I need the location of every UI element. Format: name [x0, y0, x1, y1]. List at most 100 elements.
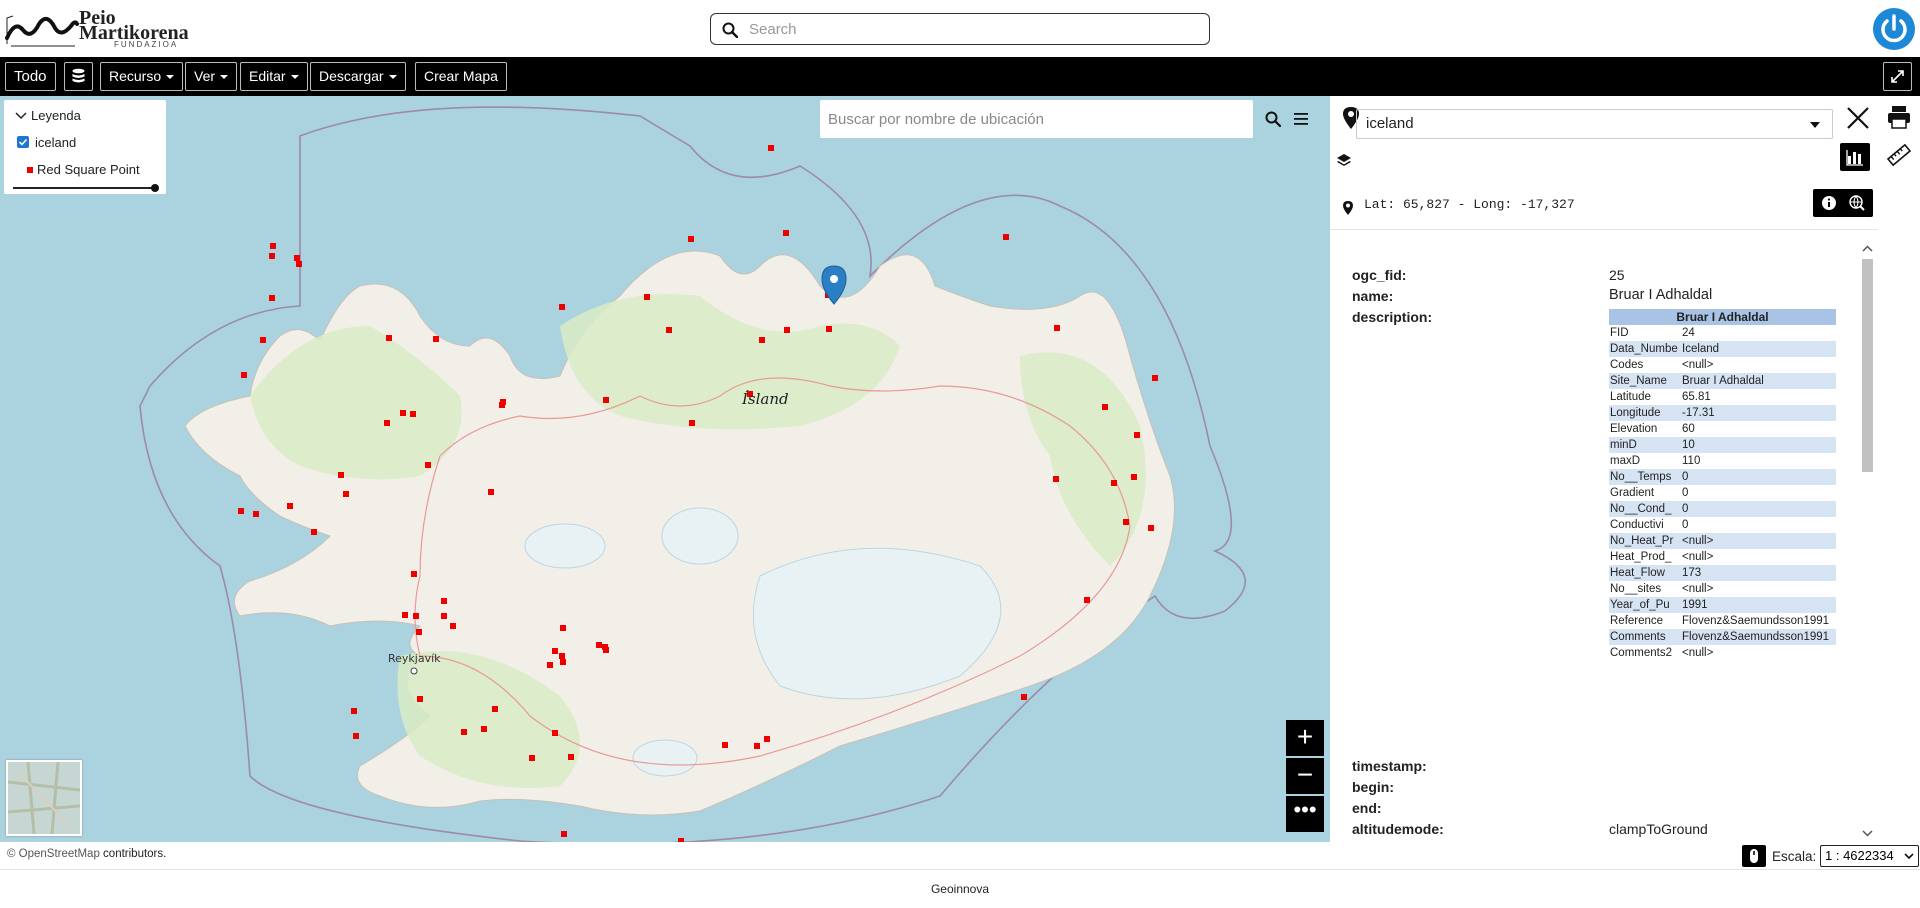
red-square-point[interactable]: [783, 230, 789, 236]
red-square-point[interactable]: [552, 648, 558, 654]
red-square-point[interactable]: [499, 402, 505, 408]
red-square-point[interactable]: [529, 755, 535, 761]
red-square-point[interactable]: [1134, 432, 1140, 438]
red-square-point[interactable]: [666, 327, 672, 333]
red-square-point[interactable]: [1148, 525, 1154, 531]
red-square-point[interactable]: [269, 253, 275, 259]
red-square-point[interactable]: [441, 598, 447, 604]
red-square-point[interactable]: [410, 411, 416, 417]
red-square-point[interactable]: [559, 653, 565, 659]
red-square-point[interactable]: [253, 511, 259, 517]
red-square-point[interactable]: [552, 730, 558, 736]
red-square-point[interactable]: [353, 733, 359, 739]
red-square-point[interactable]: [492, 706, 498, 712]
search-input[interactable]: [749, 18, 1189, 40]
map-canvas[interactable]: Ísland Reykjavík: [0, 96, 1330, 842]
info-icon[interactable]: [1821, 195, 1837, 211]
red-square-point[interactable]: [343, 491, 349, 497]
red-square-point[interactable]: [560, 625, 566, 631]
scale-select[interactable]: 1 : 4622334: [1820, 845, 1919, 867]
red-square-point[interactable]: [311, 529, 317, 535]
recurso-menu[interactable]: Recurso: [100, 62, 184, 91]
red-square-point[interactable]: [411, 571, 417, 577]
scroll-down-icon[interactable]: [1859, 827, 1876, 839]
red-square-point[interactable]: [386, 335, 392, 341]
red-square-point[interactable]: [826, 326, 832, 332]
red-square-point[interactable]: [1123, 519, 1129, 525]
red-square-point[interactable]: [689, 420, 695, 426]
ver-menu[interactable]: Ver: [185, 62, 238, 91]
scroll-up-icon[interactable]: [1859, 243, 1876, 255]
red-square-point[interactable]: [384, 420, 390, 426]
globe-search-icon[interactable]: [1849, 195, 1865, 211]
red-square-point[interactable]: [561, 831, 567, 837]
overview-map[interactable]: [6, 760, 82, 836]
red-square-point[interactable]: [1003, 234, 1009, 240]
red-square-point[interactable]: [1084, 597, 1090, 603]
red-square-point[interactable]: [287, 503, 293, 509]
search-icon[interactable]: [1265, 111, 1281, 127]
red-square-point[interactable]: [241, 372, 247, 378]
red-square-point[interactable]: [560, 659, 566, 665]
opacity-slider[interactable]: [13, 184, 161, 192]
power-button[interactable]: [1873, 8, 1915, 50]
red-square-point[interactable]: [1152, 375, 1158, 381]
red-square-point[interactable]: [754, 743, 760, 749]
red-square-point[interactable]: [238, 508, 244, 514]
red-square-point[interactable]: [1111, 480, 1117, 486]
red-square-point[interactable]: [338, 472, 344, 478]
red-square-point[interactable]: [768, 145, 774, 151]
printer-icon[interactable]: [1886, 104, 1912, 130]
layer-checkbox[interactable]: [17, 136, 29, 148]
ruler-icon[interactable]: [1886, 142, 1912, 168]
red-square-point[interactable]: [417, 696, 423, 702]
red-square-point[interactable]: [603, 397, 609, 403]
red-square-point[interactable]: [441, 613, 447, 619]
red-square-point[interactable]: [784, 327, 790, 333]
red-square-point[interactable]: [1102, 404, 1108, 410]
red-square-point[interactable]: [269, 295, 275, 301]
red-square-point[interactable]: [1131, 474, 1137, 480]
red-square-point[interactable]: [547, 662, 553, 668]
red-square-point[interactable]: [260, 337, 266, 343]
global-search[interactable]: [710, 13, 1210, 45]
red-square-point[interactable]: [481, 726, 487, 732]
slider-handle[interactable]: [151, 184, 159, 192]
chart-button[interactable]: [1840, 143, 1870, 171]
editar-menu[interactable]: Editar: [240, 62, 308, 91]
red-square-point[interactable]: [433, 336, 439, 342]
osm-link[interactable]: © OpenStreetMap: [7, 848, 100, 860]
fullscreen-button[interactable]: [1883, 62, 1912, 91]
descargar-menu[interactable]: Descargar: [310, 62, 406, 91]
zoom-out-button[interactable]: −: [1286, 758, 1324, 794]
red-square-point[interactable]: [759, 337, 765, 343]
red-square-point[interactable]: [1054, 325, 1060, 331]
red-square-point[interactable]: [351, 708, 357, 714]
red-square-point[interactable]: [294, 255, 300, 261]
red-square-point[interactable]: [722, 742, 728, 748]
close-icon[interactable]: [1846, 106, 1870, 130]
todo-button[interactable]: Todo: [5, 62, 56, 91]
more-options-button[interactable]: •••: [1286, 796, 1324, 832]
red-square-point[interactable]: [461, 729, 467, 735]
red-square-point[interactable]: [413, 613, 419, 619]
red-square-point[interactable]: [416, 629, 422, 635]
location-search-input[interactable]: [828, 108, 1168, 130]
red-square-point[interactable]: [568, 754, 574, 760]
red-square-point[interactable]: [1053, 476, 1059, 482]
scrollbar[interactable]: [1859, 243, 1876, 840]
red-square-point[interactable]: [596, 642, 602, 648]
scroll-thumb[interactable]: [1862, 259, 1873, 472]
layers-button[interactable]: [64, 62, 93, 91]
red-square-point[interactable]: [644, 294, 650, 300]
red-square-point[interactable]: [270, 243, 276, 249]
red-square-point[interactable]: [400, 410, 406, 416]
layer-select[interactable]: iceland: [1356, 109, 1833, 139]
red-square-point[interactable]: [296, 261, 302, 267]
red-square-point[interactable]: [450, 623, 456, 629]
zoom-in-button[interactable]: +: [1286, 720, 1324, 756]
red-square-point[interactable]: [764, 736, 770, 742]
map-view[interactable]: Ísland Reykjavík Leyenda iceland Red Squ…: [0, 96, 1330, 842]
logo[interactable]: Peio Martikorena FUNDAZIOA: [5, 8, 189, 50]
mouse-position-button[interactable]: [1742, 845, 1766, 867]
